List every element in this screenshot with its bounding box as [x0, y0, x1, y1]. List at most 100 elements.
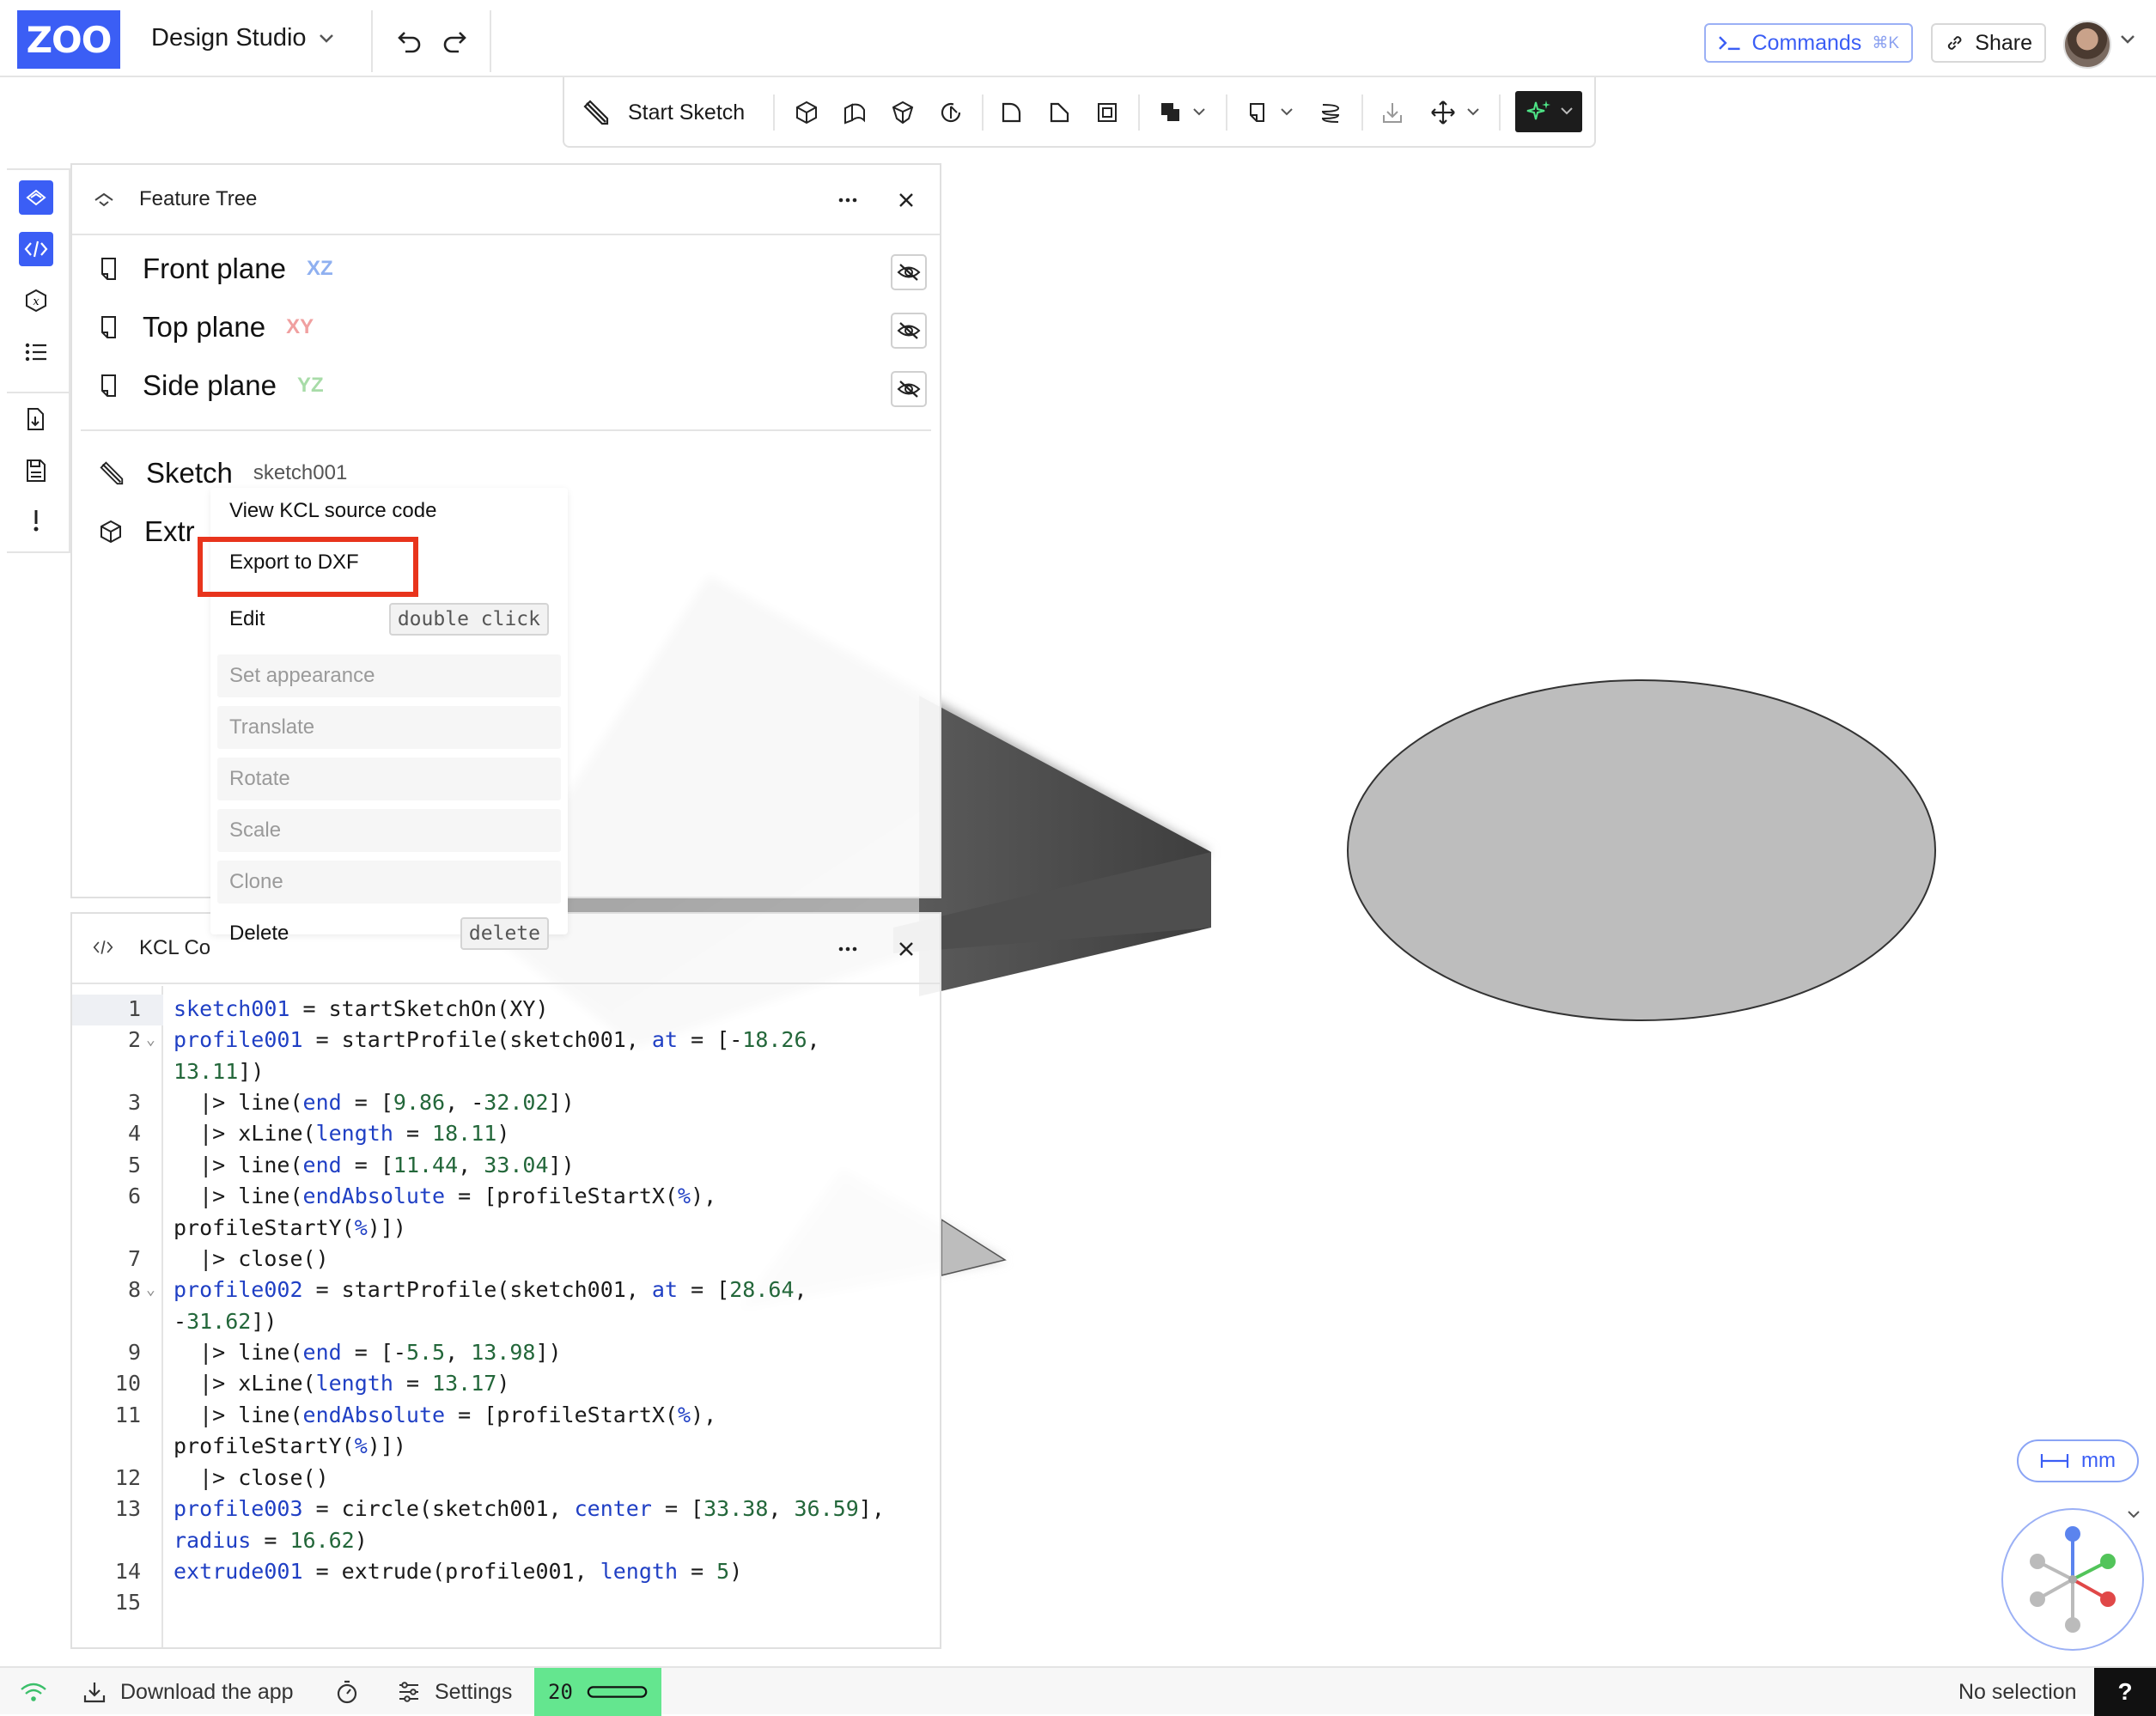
text-to-cad-button[interactable] [1515, 91, 1582, 132]
variables-toggle[interactable]: x [19, 283, 53, 318]
redo-button[interactable] [440, 26, 471, 57]
zoo-logo[interactable]: ZOO [17, 10, 120, 69]
divider [982, 94, 984, 131]
project-name-dropdown[interactable]: Design Studio [151, 24, 334, 52]
line-number: 1 [127, 996, 141, 1021]
tree-item-top-plane[interactable]: Top plane XY [98, 311, 314, 344]
hide-top-plane-button[interactable] [891, 313, 927, 349]
undo-button[interactable] [393, 26, 424, 57]
code-line: |> line(endAbsolute = [profileStartX(%), [174, 1184, 717, 1208]
files-toggle[interactable] [19, 453, 53, 488]
line-number: 13 [114, 1496, 141, 1521]
code-line: |> close() [174, 1465, 329, 1490]
plane-icon [101, 374, 116, 397]
status-bar: Download the app Settings 20 No selectio… [0, 1666, 2156, 1716]
line-number: 7 [127, 1246, 141, 1271]
network-status[interactable] [19, 1668, 48, 1716]
tree-item-label: Sketch [146, 457, 233, 489]
start-sketch-button[interactable]: Start Sketch [582, 94, 745, 131]
line-number: 10 [114, 1371, 141, 1396]
code-icon [24, 240, 48, 258]
tree-item-front-plane[interactable]: Front plane XZ [98, 253, 333, 285]
code-line: profileStartY(%)]) [174, 1433, 406, 1458]
diagnostics-toggle[interactable] [19, 503, 53, 538]
commands-button[interactable]: Commands ⌘K [1704, 23, 1913, 63]
version-number: 20 [548, 1680, 573, 1704]
menu-item-delete[interactable]: Delete delete [217, 912, 561, 955]
code-pane-toggle[interactable] [19, 232, 53, 266]
boolean-dropdown[interactable] [1152, 94, 1212, 131]
tree-item-sketch[interactable]: Sketch sketch001 [98, 457, 347, 490]
line-number-gutter: 1 2 ⌄ 3 4 5 6 7 8 ⌄ 9 10 11 12 13 14 15 [72, 986, 163, 1647]
pencil-icon [583, 100, 609, 125]
share-button[interactable]: Share [1931, 23, 2046, 63]
line-number: 11 [114, 1403, 141, 1427]
code-editor[interactable]: 1 2 ⌄ 3 4 5 6 7 8 ⌄ 9 10 11 12 13 14 15 … [72, 986, 940, 1647]
menu-item-label: Scale [229, 818, 282, 842]
revolve-button[interactable] [934, 94, 968, 131]
chevron-down-icon [319, 33, 333, 43]
chamfer-button[interactable] [1042, 94, 1076, 131]
view-orientation-gizmo[interactable] [2001, 1508, 2144, 1651]
divider [773, 94, 775, 131]
fold-chevron-icon[interactable]: ⌄ [146, 1281, 155, 1299]
stopwatch-icon [337, 1680, 357, 1704]
tree-item-sublabel: sketch001 [253, 461, 348, 484]
units-selector[interactable]: mm [2017, 1439, 2139, 1482]
code-line: radius = 16.62) [174, 1528, 368, 1553]
divider [1138, 94, 1140, 131]
more-horizontal-icon [838, 198, 857, 203]
transform-dropdown[interactable] [1423, 94, 1485, 131]
line-number: 2 [127, 1027, 141, 1052]
line-number: 15 [114, 1590, 141, 1615]
settings-button[interactable]: Settings [397, 1668, 512, 1716]
plane-dropdown[interactable] [1239, 94, 1300, 131]
fold-chevron-icon[interactable]: ⌄ [146, 1031, 155, 1049]
code-line: profile002 = startProfile(sketch001, at … [174, 1277, 807, 1302]
save-file-icon [27, 459, 46, 482]
user-avatar[interactable] [2063, 21, 2111, 69]
eye-off-icon [897, 264, 921, 281]
commands-shortcut: ⌘K [1872, 33, 1899, 52]
chevron-down-icon[interactable] [2120, 34, 2135, 45]
extrude-side-face[interactable] [919, 696, 1211, 996]
hide-front-plane-button[interactable] [891, 254, 927, 290]
profile003-circle[interactable] [1347, 679, 1936, 1021]
insert-button[interactable] [1375, 94, 1410, 131]
tree-item-label: Side plane [143, 369, 277, 401]
menu-item-edit[interactable]: Edit double click [217, 598, 561, 641]
extrude-button[interactable] [789, 94, 824, 131]
insert-icon [1383, 103, 1402, 123]
menu-item-view-kcl-source[interactable]: View KCL source code [217, 490, 561, 532]
helix-button[interactable] [1313, 94, 1348, 131]
logs-toggle[interactable] [19, 335, 53, 369]
panel-menu-button[interactable] [831, 933, 864, 965]
divider [1499, 94, 1501, 131]
divider [1226, 94, 1227, 131]
feature-tree-toggle[interactable] [19, 180, 53, 215]
menu-item-scale: Scale [217, 809, 561, 852]
panel-title: Feature Tree [139, 187, 258, 210]
shell-button[interactable] [1090, 94, 1124, 131]
download-app-button[interactable]: Download the app [82, 1668, 294, 1716]
line-number: 6 [127, 1184, 141, 1208]
fillet-button[interactable] [994, 94, 1028, 131]
timer-button[interactable] [335, 1668, 359, 1716]
hide-side-plane-button[interactable] [891, 371, 927, 407]
tree-item-side-plane[interactable]: Side plane YZ [98, 369, 324, 402]
panel-menu-button[interactable] [831, 184, 864, 216]
help-button[interactable]: ? [2094, 1668, 2156, 1716]
helix-icon [1321, 104, 1340, 123]
sweep-button[interactable] [837, 94, 872, 131]
version-badge[interactable]: 20 [534, 1668, 661, 1716]
panel-close-button[interactable] [890, 184, 923, 216]
panel-close-button[interactable] [890, 933, 923, 965]
divider [371, 10, 373, 72]
profile002-edge[interactable] [941, 1218, 1007, 1276]
tree-item-extrude[interactable]: Extr [98, 515, 195, 548]
loft-button[interactable] [886, 94, 920, 131]
code-icon [93, 940, 113, 954]
menu-item-label: Delete [229, 922, 289, 945]
export-toggle[interactable] [19, 402, 53, 436]
extrude-icon [100, 520, 121, 544]
